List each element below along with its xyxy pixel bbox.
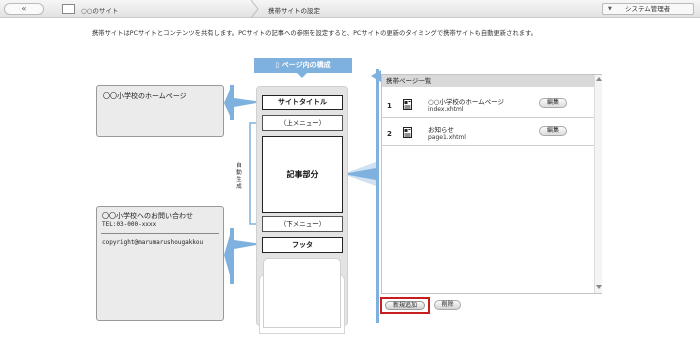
list-accent-bar (376, 69, 379, 323)
row-file-name: index.xhtml (428, 106, 464, 113)
add-new-button[interactable]: 新規追加 (385, 301, 425, 310)
slot-top-menu: （上メニュー） (262, 115, 343, 131)
phone-stack-front (263, 258, 341, 328)
auto-generated-label: 自動生成 (236, 163, 242, 190)
slot-footer: フッタ (262, 237, 343, 253)
slot-site-title: サイトタイトル (262, 95, 343, 110)
document-icon (403, 127, 412, 138)
delete-button[interactable]: 削除 (434, 300, 461, 310)
slot-bottom-menu: （下メニュー） (262, 216, 343, 232)
mobile-page-list: 携帯ページ一覧 1 ○○小学校のホームページ index.xhtml 編集 2 … (381, 74, 602, 294)
add-new-button-highlight: 新規追加 (380, 297, 430, 314)
edit-button[interactable]: 編集 (539, 98, 567, 108)
list-item[interactable]: 2 お知らせ page1.xhtml 編集 (382, 118, 594, 146)
slot-article: 記事部分 (262, 136, 343, 213)
scrollbar[interactable] (594, 75, 602, 293)
scroll-down-icon[interactable] (596, 285, 602, 289)
row-page-name: お知らせ (428, 126, 454, 134)
list-header: 携帯ページ一覧 (382, 75, 594, 87)
row-file-name: page1.xhtml (428, 134, 466, 141)
scroll-up-icon[interactable] (596, 77, 602, 81)
row-number: 2 (387, 130, 392, 138)
edit-button[interactable]: 編集 (539, 126, 567, 136)
row-page-name: ○○小学校のホームページ (428, 98, 505, 106)
document-icon (403, 99, 412, 110)
list-item[interactable]: 1 ○○小学校のホームページ index.xhtml 編集 (382, 90, 594, 118)
row-number: 1 (387, 102, 392, 110)
